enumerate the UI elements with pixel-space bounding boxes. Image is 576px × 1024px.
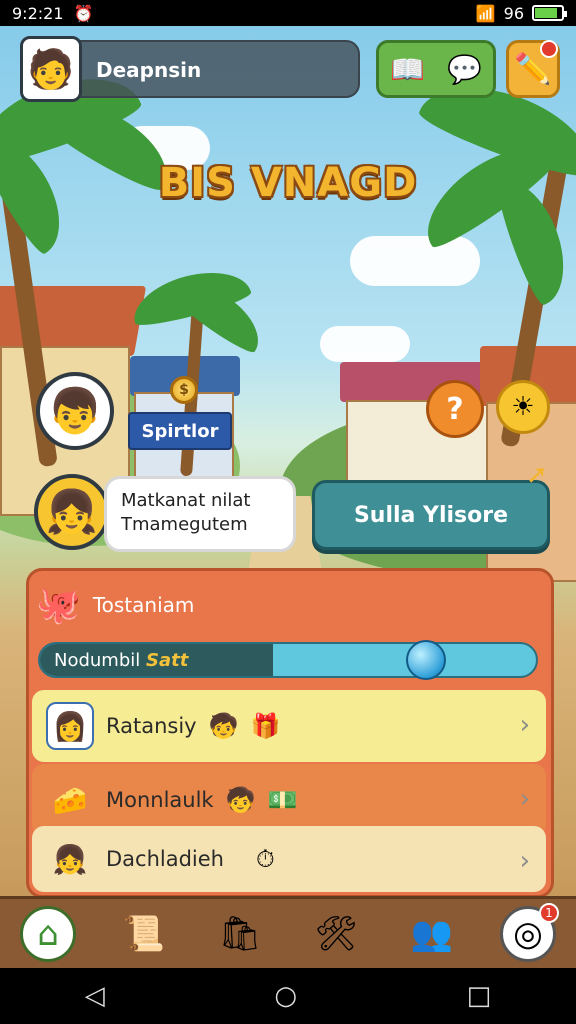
location-sign[interactable]: Spirtlor <box>128 412 232 450</box>
money-icon: 💵 <box>267 786 298 814</box>
cursor-arrow-icon: ➚ <box>526 460 548 490</box>
back-icon[interactable]: ◁ <box>85 981 105 1011</box>
boy-icon: 🧒 <box>225 786 256 814</box>
nav-profile-button[interactable]: ◎ 1 <box>500 902 559 962</box>
wifi-icon: 📶 <box>475 3 496 23</box>
journal-button[interactable]: 📖 💬 <box>376 40 496 98</box>
home-icon: ⌂ <box>37 913 59 954</box>
quest-panel-header: 🐙 Tostaniam <box>36 580 536 630</box>
bottom-nav: ⌂ 📜 🛍 🛠 👥 ◎ 1 <box>0 896 576 968</box>
quest-row-label: Dachladieh <box>106 847 224 871</box>
quest-row[interactable]: 👩 Ratansiy 🧒 🎁 › <box>32 690 546 762</box>
book-icon: 📖 <box>390 52 425 86</box>
mascot-icon: 🐙 <box>36 585 81 626</box>
player-name: Deapnsin <box>96 58 202 82</box>
quest-row-label: Ratansiy <box>106 714 197 738</box>
bag-icon: 🛍 <box>218 913 262 954</box>
scroll-icon: 📜 <box>122 913 166 954</box>
game-title: BIS VNAGD <box>158 160 418 206</box>
nav-shop-button[interactable]: 🛍 <box>212 906 268 962</box>
home-circle-icon[interactable]: ○ <box>274 981 297 1011</box>
quest-row-label: Monnlaulk <box>106 788 214 812</box>
main-action-button[interactable]: Sulla Ylisore <box>312 480 550 550</box>
villager-avatar-icon[interactable]: 👦 <box>36 372 114 450</box>
tools-icon: 🛠 <box>314 913 358 954</box>
girl-avatar-icon[interactable]: 👧 <box>34 474 110 550</box>
signal-text: 96 <box>503 3 524 23</box>
cheese-icon: 🧀 <box>52 783 88 817</box>
recents-icon[interactable]: □ <box>467 981 492 1011</box>
quest-progress-bar: Nodumbil Satt <box>38 642 538 678</box>
chevron-right-icon: › <box>519 710 530 740</box>
nav-quests-button[interactable]: 📜 <box>116 906 172 962</box>
alarm-icon: ⏰ <box>73 3 94 23</box>
quest-row[interactable]: 👧 Dachladieh ⏱ › <box>32 826 546 892</box>
battery-icon <box>532 5 567 21</box>
quest-panel-title: Tostaniam <box>92 593 195 617</box>
speech-line-2: Tmamegutem <box>121 514 248 535</box>
system-nav-bar: ◁ ○ □ <box>0 968 576 1024</box>
progress-knob-icon[interactable] <box>406 640 446 680</box>
progress-label: Nodumbil Satt <box>54 650 188 671</box>
speech-line-1: Matkanat nilat <box>121 490 251 511</box>
girl-portrait-icon: 👩 <box>46 702 94 750</box>
progress-label-highlight: Satt <box>146 650 189 671</box>
status-bar: 9:2:21 ⏰ 📶 96 <box>0 0 576 26</box>
sun-icon[interactable]: ☀ <box>496 380 550 434</box>
timer-icon: ⏱ <box>256 845 275 873</box>
settings-icon: ◎ <box>513 913 543 954</box>
gift-icon: 🎁 <box>250 712 281 740</box>
progress-label-text: Nodumbil <box>54 650 141 671</box>
boy-icon: 🧒 <box>208 712 239 740</box>
notification-badge <box>540 40 558 58</box>
friends-icon: 👥 <box>410 913 454 954</box>
nav-badge: 1 <box>539 902 559 923</box>
clock: 9:2:21 <box>12 3 64 23</box>
player-avatar-icon[interactable]: 🧑 <box>20 36 82 102</box>
nav-tools-button[interactable]: 🛠 <box>308 906 364 962</box>
chat-icon: 💬 <box>447 52 482 86</box>
nav-home-button[interactable]: ⌂ <box>20 905 76 962</box>
nav-friends-button[interactable]: 👥 <box>404 906 460 962</box>
coin-icon: $ <box>170 376 198 404</box>
speech-bubble: Matkanat nilat Tmamegutem <box>104 476 296 552</box>
question-badge[interactable]: ? <box>426 380 484 438</box>
chevron-right-icon: › <box>519 784 530 814</box>
chevron-right-icon: › <box>519 846 530 876</box>
girl-face-icon: 👧 <box>52 842 88 876</box>
